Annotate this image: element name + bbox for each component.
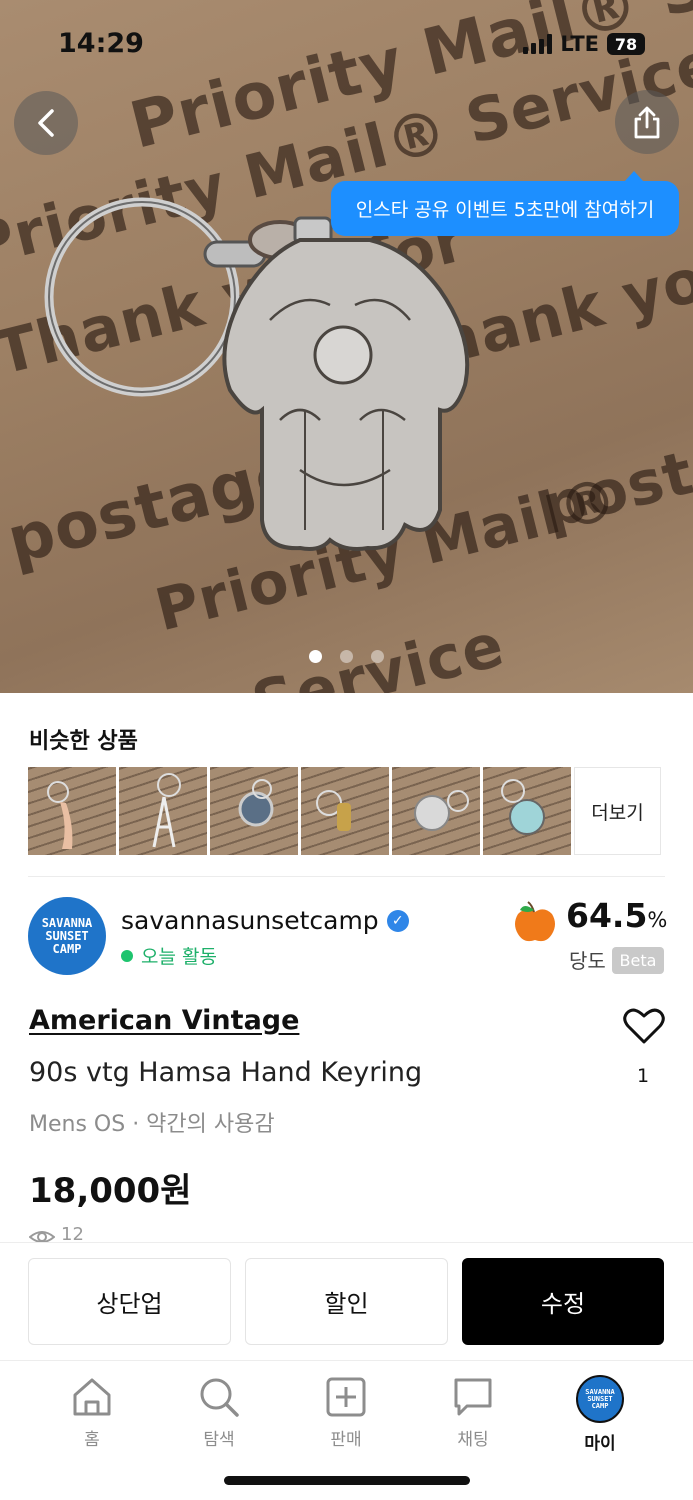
similar-item-thumbnail[interactable] (301, 767, 389, 855)
tab-label: 판매 (330, 1430, 362, 1450)
status-bar: 14:29 LTE 78 (0, 0, 693, 90)
similar-products-row: 더보기 (28, 767, 661, 855)
seller-score: 64.5% (566, 896, 667, 935)
tab-home[interactable]: 홈 (37, 1375, 147, 1450)
avatar-text: CAMP (52, 941, 82, 956)
plus-square-icon (326, 1377, 366, 1417)
battery-icon: 78 (607, 33, 645, 55)
share-button[interactable] (615, 90, 679, 154)
signal-icon (523, 34, 553, 54)
avatar-text: SUNSET (45, 928, 89, 943)
tab-label: 채팅 (457, 1430, 489, 1450)
home-indicator (224, 1476, 470, 1485)
product-meta: Mens OS · 약간의 사용감 (29, 1112, 275, 1137)
similar-item-thumbnail[interactable] (210, 767, 298, 855)
page-dot[interactable] (309, 650, 322, 663)
page-dot[interactable] (371, 650, 384, 663)
similar-products-title: 비슷한 상품 (29, 729, 138, 754)
score-label: 당도 (569, 949, 606, 973)
view-count-text: 12 (61, 1224, 84, 1244)
edit-button[interactable]: 수정 (462, 1258, 664, 1345)
product-title: 90s vtg Hamsa Hand Keyring (29, 1057, 423, 1088)
seller-name-text: savannasunsetcamp (121, 906, 379, 935)
product-price: 18,000원 (29, 1171, 192, 1211)
similar-item-thumbnail[interactable] (28, 767, 116, 855)
share-event-tooltip[interactable]: 인스타 공유 이벤트 5초만에 참여하기 (331, 171, 679, 236)
chevron-left-icon (38, 109, 54, 137)
score-value: 64.5 (566, 896, 648, 935)
seller-activity-status: 오늘 활동 (121, 942, 217, 969)
online-dot-icon (121, 949, 133, 962)
brand-link[interactable]: American Vintage (29, 1005, 299, 1036)
tab-explore[interactable]: 탐색 (164, 1375, 274, 1450)
product-photo[interactable]: Priority Mail® Service Priority Mail® Se… (0, 0, 693, 693)
home-icon (73, 1378, 111, 1416)
score-unit: % (647, 908, 668, 932)
share-icon (634, 106, 660, 139)
eye-icon (29, 1231, 55, 1243)
like-count: 1 (636, 1065, 650, 1087)
page-dot[interactable] (340, 650, 353, 663)
verified-badge-icon: ✓ (386, 909, 409, 932)
search-icon (200, 1378, 239, 1417)
status-time: 14:29 (58, 28, 144, 59)
section-divider (28, 876, 665, 877)
apple-icon (515, 901, 555, 942)
view-count: 12 (29, 1224, 84, 1244)
network-label: LTE (560, 32, 599, 56)
beta-badge: Beta (612, 947, 664, 974)
avatar: SAVANNA SUNSET CAMP (576, 1375, 624, 1423)
heart-icon[interactable] (623, 1007, 665, 1045)
activity-text: 오늘 활동 (141, 946, 217, 968)
bump-button[interactable]: 상단업 (28, 1258, 231, 1345)
seller-avatar[interactable]: SAVANNA SUNSET CAMP (28, 897, 106, 975)
similar-item-thumbnail[interactable] (392, 767, 480, 855)
tab-my[interactable]: SAVANNA SUNSET CAMP 마이 (545, 1375, 655, 1454)
status-indicators: LTE 78 (523, 32, 645, 56)
hamsa-keyring-image (44, 197, 470, 551)
avatar-text: CAMP (591, 1401, 609, 1410)
chat-icon (454, 1378, 492, 1416)
similar-item-thumbnail[interactable] (483, 767, 571, 855)
back-button[interactable] (14, 91, 78, 155)
tab-chat[interactable]: 채팅 (418, 1375, 528, 1450)
product-action-bar: 상단업 할인 수정 (0, 1242, 693, 1360)
seller-name[interactable]: savannasunsetcamp ✓ (121, 906, 409, 935)
more-similar-button[interactable]: 더보기 (574, 767, 661, 855)
avatar-text: SAVANNA (41, 915, 93, 930)
discount-button[interactable]: 할인 (245, 1258, 448, 1345)
tab-label: 홈 (84, 1430, 100, 1450)
tab-label: 마이 (584, 1434, 616, 1454)
tab-sell[interactable]: 판매 (291, 1375, 401, 1450)
photo-pagination (0, 650, 693, 663)
similar-item-thumbnail[interactable] (119, 767, 207, 855)
tab-label: 탐색 (203, 1430, 235, 1450)
